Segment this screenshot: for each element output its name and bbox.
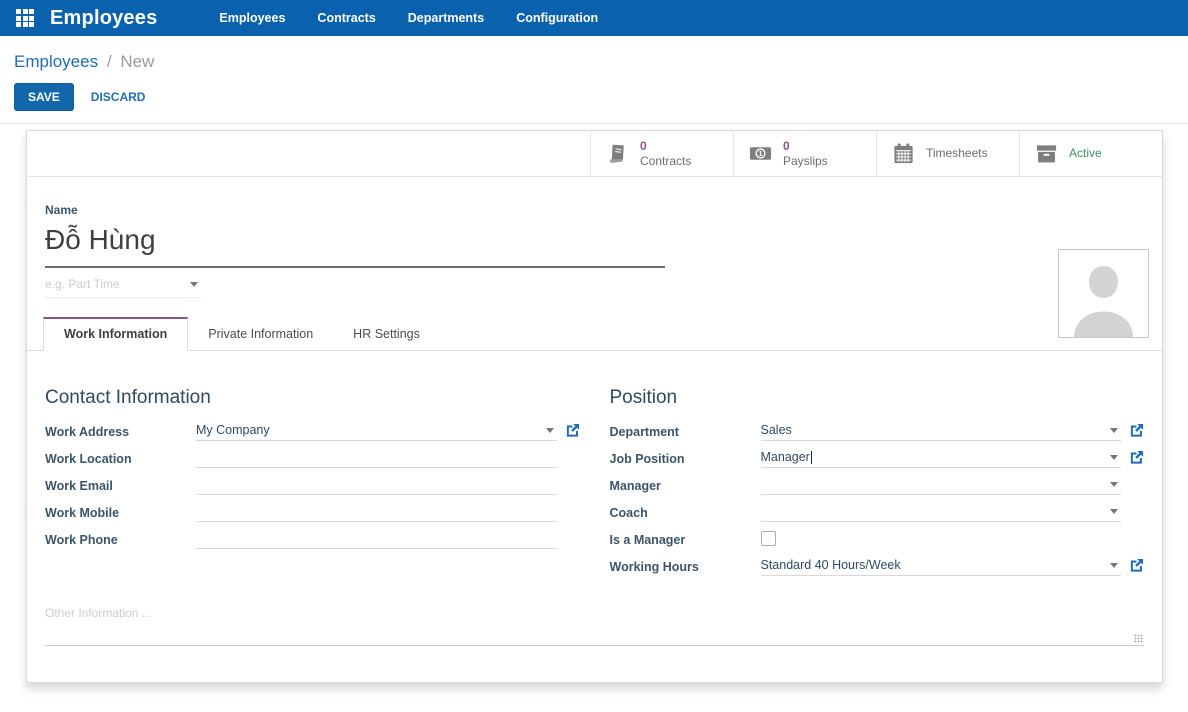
work-location-input[interactable] bbox=[196, 449, 557, 468]
manager-label: Manager bbox=[610, 479, 761, 495]
job-position-row: Job Position Manager bbox=[610, 449, 1145, 468]
work-location-label: Work Location bbox=[45, 452, 196, 468]
person-silhouette-icon bbox=[1059, 250, 1148, 337]
menu-item-contracts[interactable]: Contracts bbox=[317, 11, 375, 25]
work-mobile-label: Work Mobile bbox=[45, 506, 196, 522]
top-navbar: Employees Employees Contracts Department… bbox=[0, 0, 1188, 36]
department-row: Department Sales bbox=[610, 422, 1145, 441]
contact-information-title: Contact Information bbox=[45, 387, 580, 409]
name-label: Name bbox=[45, 203, 1144, 217]
grid-icon bbox=[16, 9, 34, 27]
external-link-icon[interactable] bbox=[565, 423, 580, 438]
tags-input[interactable]: e.g. Part Time bbox=[45, 268, 201, 298]
is-a-manager-label: Is a Manager bbox=[610, 533, 761, 549]
work-email-input[interactable] bbox=[196, 476, 557, 495]
tab-work-information[interactable]: Work Information bbox=[43, 317, 188, 351]
resize-handle-icon[interactable] bbox=[1134, 634, 1143, 643]
notebook-tabs: Work Information Private Information HR … bbox=[27, 317, 1162, 351]
money-icon: 1 bbox=[749, 142, 772, 165]
breadcrumb: Employees / New bbox=[14, 52, 1188, 72]
chevron-down-icon[interactable] bbox=[1110, 509, 1118, 514]
chevron-down-icon[interactable] bbox=[1110, 455, 1118, 460]
other-information-textarea[interactable]: Other Information ... bbox=[45, 600, 1144, 646]
work-mobile-input[interactable] bbox=[196, 503, 557, 522]
coach-row: Coach bbox=[610, 503, 1145, 522]
work-phone-input[interactable] bbox=[196, 530, 557, 549]
manager-row: Manager bbox=[610, 476, 1145, 495]
action-buttons: SAVE DISCARD bbox=[14, 83, 1188, 111]
menu-item-configuration[interactable]: Configuration bbox=[516, 11, 598, 25]
main-menu: Employees Contracts Departments Configur… bbox=[219, 11, 598, 25]
svg-text:1: 1 bbox=[758, 149, 763, 158]
chevron-down-icon[interactable] bbox=[1110, 563, 1118, 568]
contracts-label: Contracts bbox=[640, 154, 691, 168]
external-link-icon[interactable] bbox=[1129, 450, 1144, 465]
timesheets-stat-button[interactable]: Timesheets bbox=[876, 131, 1019, 176]
coach-input[interactable] bbox=[761, 503, 1122, 522]
book-icon bbox=[606, 142, 629, 165]
form-body: Name Đỗ Hùng e.g. Part Time Work Informa… bbox=[27, 177, 1162, 646]
contact-information-section: Contact Information Work Address My Comp… bbox=[45, 387, 580, 584]
tab-hr-settings[interactable]: HR Settings bbox=[333, 317, 440, 351]
tags-placeholder: e.g. Part Time bbox=[45, 277, 120, 291]
name-input[interactable]: Đỗ Hùng bbox=[45, 217, 665, 268]
is-a-manager-checkbox[interactable] bbox=[761, 531, 776, 546]
apps-menu-icon[interactable] bbox=[16, 8, 36, 28]
work-phone-row: Work Phone bbox=[45, 530, 580, 549]
menu-item-departments[interactable]: Departments bbox=[408, 11, 484, 25]
department-input[interactable]: Sales bbox=[761, 422, 1122, 441]
app-title[interactable]: Employees bbox=[50, 7, 157, 30]
work-address-input[interactable]: My Company bbox=[196, 422, 557, 441]
save-button[interactable]: SAVE bbox=[14, 83, 74, 111]
working-hours-row: Working Hours Standard 40 Hours/Week bbox=[610, 557, 1145, 576]
job-position-label: Job Position bbox=[610, 452, 761, 468]
active-stat-button[interactable]: Active bbox=[1019, 131, 1162, 176]
department-label: Department bbox=[610, 425, 761, 441]
external-link-icon[interactable] bbox=[1129, 423, 1144, 438]
job-position-input[interactable]: Manager bbox=[761, 449, 1122, 468]
breadcrumb-current: New bbox=[120, 52, 154, 71]
payslips-stat-button[interactable]: 1 0 Payslips bbox=[733, 131, 876, 176]
active-label: Active bbox=[1069, 146, 1102, 160]
chevron-down-icon[interactable] bbox=[190, 282, 198, 287]
payslips-count: 0 bbox=[783, 139, 828, 153]
work-email-label: Work Email bbox=[45, 479, 196, 495]
breadcrumb-parent-link[interactable]: Employees bbox=[14, 52, 98, 71]
other-information-placeholder: Other Information ... bbox=[45, 606, 152, 620]
chevron-down-icon[interactable] bbox=[546, 428, 554, 433]
archive-icon bbox=[1035, 142, 1058, 165]
employee-photo-placeholder[interactable] bbox=[1058, 249, 1149, 338]
form-sheet: 0 Contracts 1 0 Payslips Times bbox=[26, 130, 1163, 683]
stat-button-row: 0 Contracts 1 0 Payslips Times bbox=[27, 131, 1162, 177]
chevron-down-icon[interactable] bbox=[1110, 482, 1118, 487]
position-title: Position bbox=[610, 387, 1145, 409]
work-location-row: Work Location bbox=[45, 449, 580, 468]
manager-input[interactable] bbox=[761, 476, 1122, 495]
tab-private-information[interactable]: Private Information bbox=[188, 317, 333, 351]
contracts-count: 0 bbox=[640, 139, 691, 153]
work-phone-label: Work Phone bbox=[45, 533, 196, 549]
external-link-icon[interactable] bbox=[1129, 558, 1144, 573]
chevron-down-icon[interactable] bbox=[1110, 428, 1118, 433]
working-hours-input[interactable]: Standard 40 Hours/Week bbox=[761, 557, 1122, 576]
contracts-stat-button[interactable]: 0 Contracts bbox=[590, 131, 733, 176]
text-cursor bbox=[811, 451, 812, 464]
working-hours-label: Working Hours bbox=[610, 560, 761, 576]
menu-item-employees[interactable]: Employees bbox=[219, 11, 285, 25]
timesheets-label: Timesheets bbox=[926, 146, 988, 160]
is-a-manager-row: Is a Manager bbox=[610, 530, 1145, 549]
discard-button[interactable]: DISCARD bbox=[91, 90, 146, 104]
calendar-icon bbox=[892, 142, 915, 165]
work-email-row: Work Email bbox=[45, 476, 580, 495]
control-panel: Employees / New SAVE DISCARD bbox=[0, 36, 1188, 124]
breadcrumb-separator: / bbox=[107, 52, 112, 71]
position-section: Position Department Sales bbox=[610, 387, 1145, 584]
work-address-label: Work Address bbox=[45, 425, 196, 441]
work-address-row: Work Address My Company bbox=[45, 422, 580, 441]
work-mobile-row: Work Mobile bbox=[45, 503, 580, 522]
coach-label: Coach bbox=[610, 506, 761, 522]
payslips-label: Payslips bbox=[783, 154, 828, 168]
